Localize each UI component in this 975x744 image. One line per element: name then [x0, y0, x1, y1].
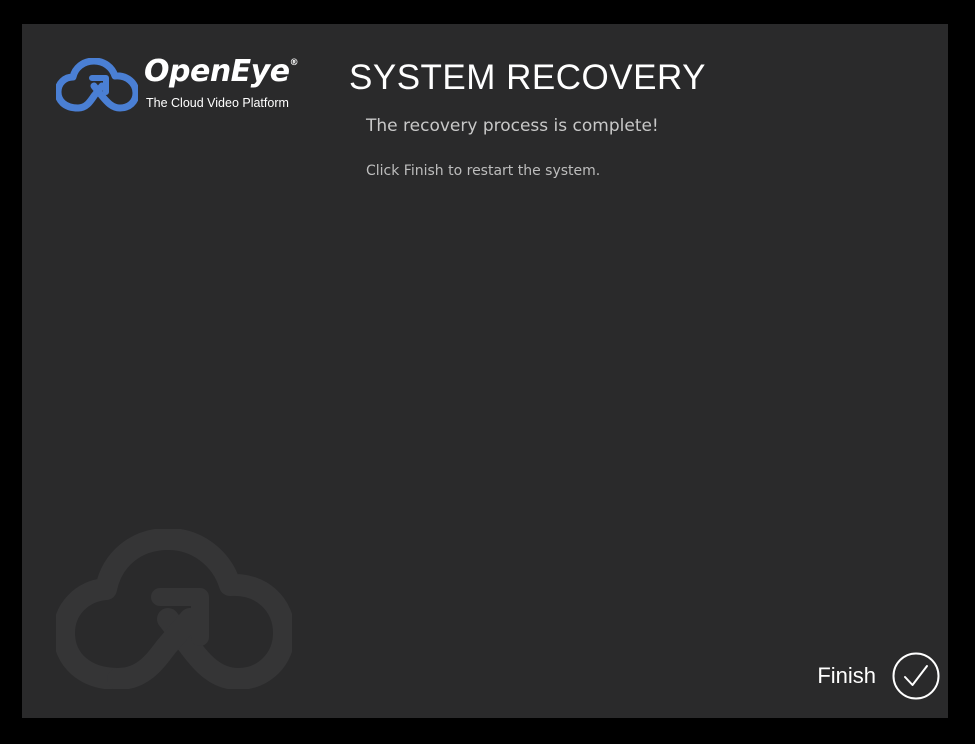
cloud-logo-icon	[56, 58, 138, 112]
recovery-panel: OpenEye® The Cloud Video Platform SYSTEM…	[22, 24, 948, 718]
page-title: SYSTEM RECOVERY	[349, 58, 706, 97]
restart-instruction: Click Finish to restart the system.	[366, 163, 601, 179]
finish-label: Finish	[817, 663, 876, 688]
brand-tagline: The Cloud Video Platform	[146, 96, 289, 110]
brand-name: OpenEye®	[144, 54, 299, 89]
completion-message: The recovery process is complete!	[366, 116, 659, 136]
finish-button[interactable]: Finish	[817, 652, 940, 700]
cloud-watermark-icon	[56, 529, 292, 689]
openeye-logo: OpenEye® The Cloud Video Platform	[56, 54, 326, 116]
check-circle-icon[interactable]	[892, 652, 940, 700]
